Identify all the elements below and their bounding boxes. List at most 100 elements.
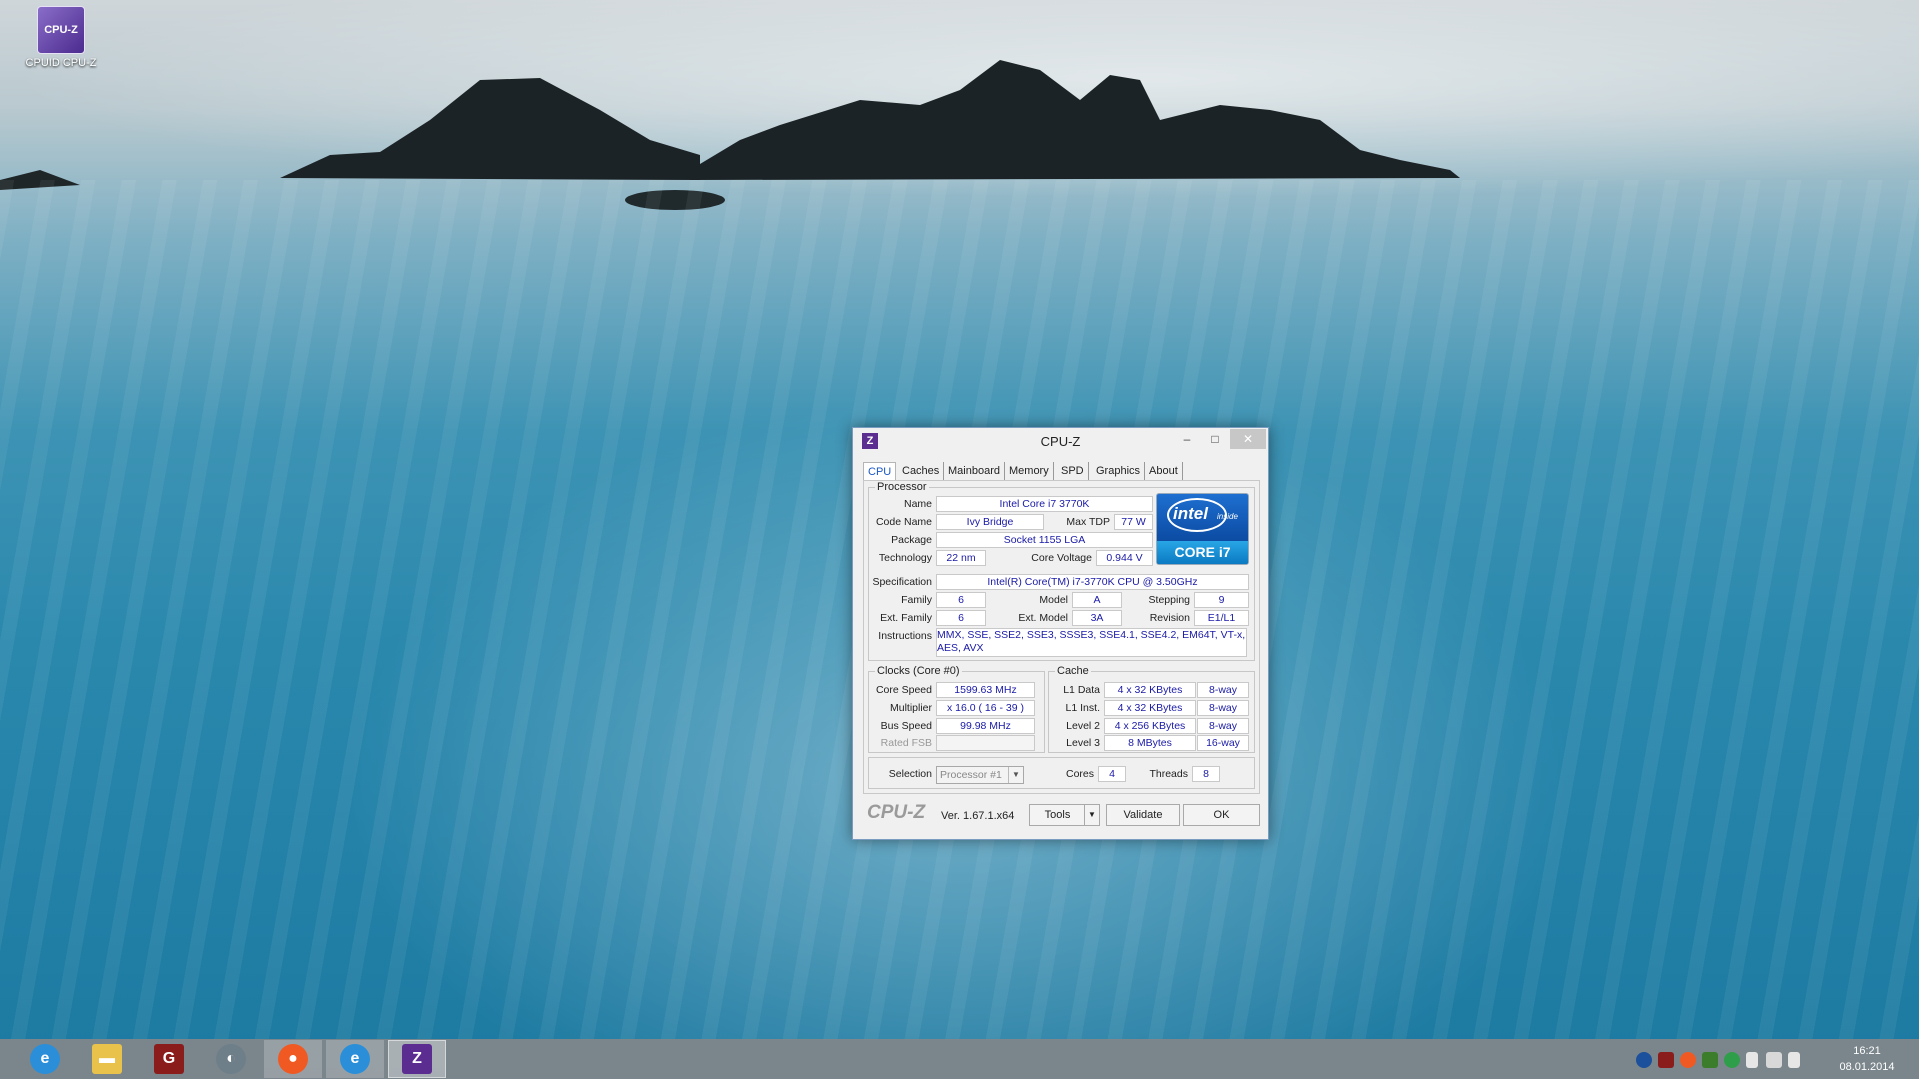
level2-size: 4 x 256 KBytes (1104, 718, 1196, 734)
version-text: Ver. 1.67.1.x64 (941, 810, 1015, 822)
maxtdp-value: 77 W (1114, 514, 1153, 530)
tray-globe-icon[interactable] (1636, 1052, 1652, 1068)
tray-nvidia-icon[interactable] (1702, 1052, 1718, 1068)
desktop-icon-label: CPUID CPU-Z (25, 57, 97, 69)
level3-way: 16-way (1197, 735, 1249, 751)
ok-button[interactable]: OK (1183, 804, 1260, 826)
busspeed-label: Bus Speed (880, 720, 932, 732)
cpuz-taskbar-icon: Z (402, 1044, 432, 1074)
threads-value: 8 (1192, 766, 1220, 782)
origin-icon: ● (278, 1044, 308, 1074)
l1inst-size: 4 x 32 KBytes (1104, 700, 1196, 716)
name-label: Name (903, 498, 932, 510)
taskbar-file-explorer[interactable]: ▬ (78, 1040, 136, 1078)
corevoltage-value: 0.944 V (1096, 550, 1153, 566)
name-value: Intel Core i7 3770K (936, 496, 1153, 512)
model-label: Model (1039, 594, 1068, 606)
tab-spd[interactable]: SPD (1057, 462, 1089, 480)
codename-label: Code Name (875, 516, 932, 528)
l1data-way: 8-way (1197, 682, 1249, 698)
taskbar-ie[interactable]: e (16, 1040, 74, 1078)
tab-graphics[interactable]: Graphics (1092, 462, 1146, 480)
cpuz-window: Z CPU-Z – □ ✕ CPU Caches Mainboard Memor… (852, 427, 1269, 840)
desktop-icon-cpuz[interactable]: CPU-Z CPUID CPU-Z (22, 6, 100, 69)
intel-logo-brand: intel (1173, 504, 1208, 523)
cpuz-footer-logo: CPU-Z (867, 802, 926, 823)
l1inst-label: L1 Inst. (1065, 702, 1100, 714)
taskbar-ie-2[interactable]: e (326, 1040, 384, 1078)
tools-dropdown-arrow[interactable]: ▼ (1084, 804, 1100, 826)
clocks-legend: Clocks (Core #0) (877, 665, 960, 677)
cache-legend: Cache (1057, 665, 1089, 677)
revision-value: E1/L1 (1194, 610, 1249, 626)
extmodel-value: 3A (1072, 610, 1122, 626)
intel-logo-inside: inside (1217, 512, 1238, 521)
tab-caches[interactable]: Caches (898, 462, 945, 480)
l1data-size: 4 x 32 KBytes (1104, 682, 1196, 698)
specification-label: Specification (872, 576, 932, 588)
processor-select[interactable]: Processor #1 ▼ (936, 766, 1024, 784)
stepping-label: Stepping (1148, 594, 1190, 606)
validate-button[interactable]: Validate (1106, 804, 1180, 826)
technology-value: 22 nm (936, 550, 986, 566)
close-button[interactable]: ✕ (1230, 429, 1266, 449)
maximize-button[interactable]: □ (1201, 429, 1229, 449)
taskbar-origin[interactable]: ● (264, 1040, 322, 1078)
level3-size: 8 MBytes (1104, 735, 1196, 751)
cores-label: Cores (1065, 768, 1094, 780)
selection-label: Selection (888, 768, 932, 780)
instructions-value: MMX, SSE, SSE2, SSE3, SSSE3, SSE4.1, SSE… (936, 628, 1247, 657)
tray-volume-icon[interactable] (1788, 1052, 1800, 1068)
tab-about[interactable]: About (1145, 462, 1183, 480)
cpu-tab-panel: Processor Name Intel Core i7 3770K Code … (863, 480, 1260, 794)
tray-gpu-tweak-icon[interactable] (1658, 1052, 1674, 1068)
tray-network-icon[interactable] (1766, 1052, 1782, 1068)
tray-flag-icon[interactable] (1746, 1052, 1758, 1068)
busspeed-value: 99.98 MHz (936, 718, 1035, 734)
taskbar-gpu-tweak[interactable]: G (140, 1040, 198, 1078)
internet-explorer-icon-2: e (340, 1044, 370, 1074)
specification-value: Intel(R) Core(TM) i7-3770K CPU @ 3.50GHz (936, 574, 1249, 590)
threads-label: Threads (1149, 768, 1188, 780)
gpu-tweak-icon: G (154, 1044, 184, 1074)
tools-button[interactable]: Tools (1029, 804, 1086, 826)
tray-origin-icon[interactable] (1680, 1052, 1696, 1068)
minimize-button[interactable]: – (1173, 429, 1201, 449)
codename-value: Ivy Bridge (936, 514, 1044, 530)
family-value: 6 (936, 592, 986, 608)
taskbar-clock[interactable]: 16:21 08.01.2014 (1822, 1043, 1912, 1075)
chevron-down-icon[interactable]: ▼ (1008, 767, 1023, 783)
level2-way: 8-way (1197, 718, 1249, 734)
l1data-label: L1 Data (1063, 684, 1100, 696)
corespeed-label: Core Speed (875, 684, 932, 696)
corevoltage-label: Core Voltage (1031, 552, 1092, 564)
tab-memory[interactable]: Memory (1005, 462, 1054, 480)
instructions-label: Instructions (878, 630, 932, 642)
folder-icon: ▬ (92, 1044, 122, 1074)
tray-shield-icon[interactable] (1724, 1052, 1740, 1068)
tab-cpu[interactable]: CPU (863, 462, 897, 481)
extfamily-label: Ext. Family (880, 612, 932, 624)
cores-value: 4 (1098, 766, 1126, 782)
tab-mainboard[interactable]: Mainboard (944, 462, 1005, 480)
processor-legend: Processor (877, 481, 927, 493)
cpuz-desktop-icon: CPU-Z (37, 6, 85, 54)
title-bar[interactable]: Z CPU-Z – □ ✕ (853, 428, 1268, 456)
corespeed-value: 1599.63 MHz (936, 682, 1035, 698)
package-label: Package (891, 534, 932, 546)
revision-label: Revision (1149, 612, 1190, 624)
clock-time: 16:21 (1853, 1045, 1881, 1057)
intel-core-i7-logo: intel inside CORE i7 (1156, 493, 1249, 565)
taskbar-media-player[interactable]: ◐ (202, 1040, 260, 1078)
intel-logo-core: CORE i7 (1157, 541, 1248, 564)
taskbar-cpuz[interactable]: Z (388, 1040, 446, 1078)
level2-label: Level 2 (1066, 720, 1100, 732)
extfamily-value: 6 (936, 610, 986, 626)
level3-label: Level 3 (1066, 737, 1100, 749)
maxtdp-label: Max TDP (1066, 516, 1110, 528)
internet-explorer-icon: e (30, 1044, 60, 1074)
ratedfsb-label: Rated FSB (880, 737, 932, 749)
stepping-value: 9 (1194, 592, 1249, 608)
system-tray (1636, 1052, 1816, 1068)
media-player-icon: ◐ (216, 1044, 246, 1074)
